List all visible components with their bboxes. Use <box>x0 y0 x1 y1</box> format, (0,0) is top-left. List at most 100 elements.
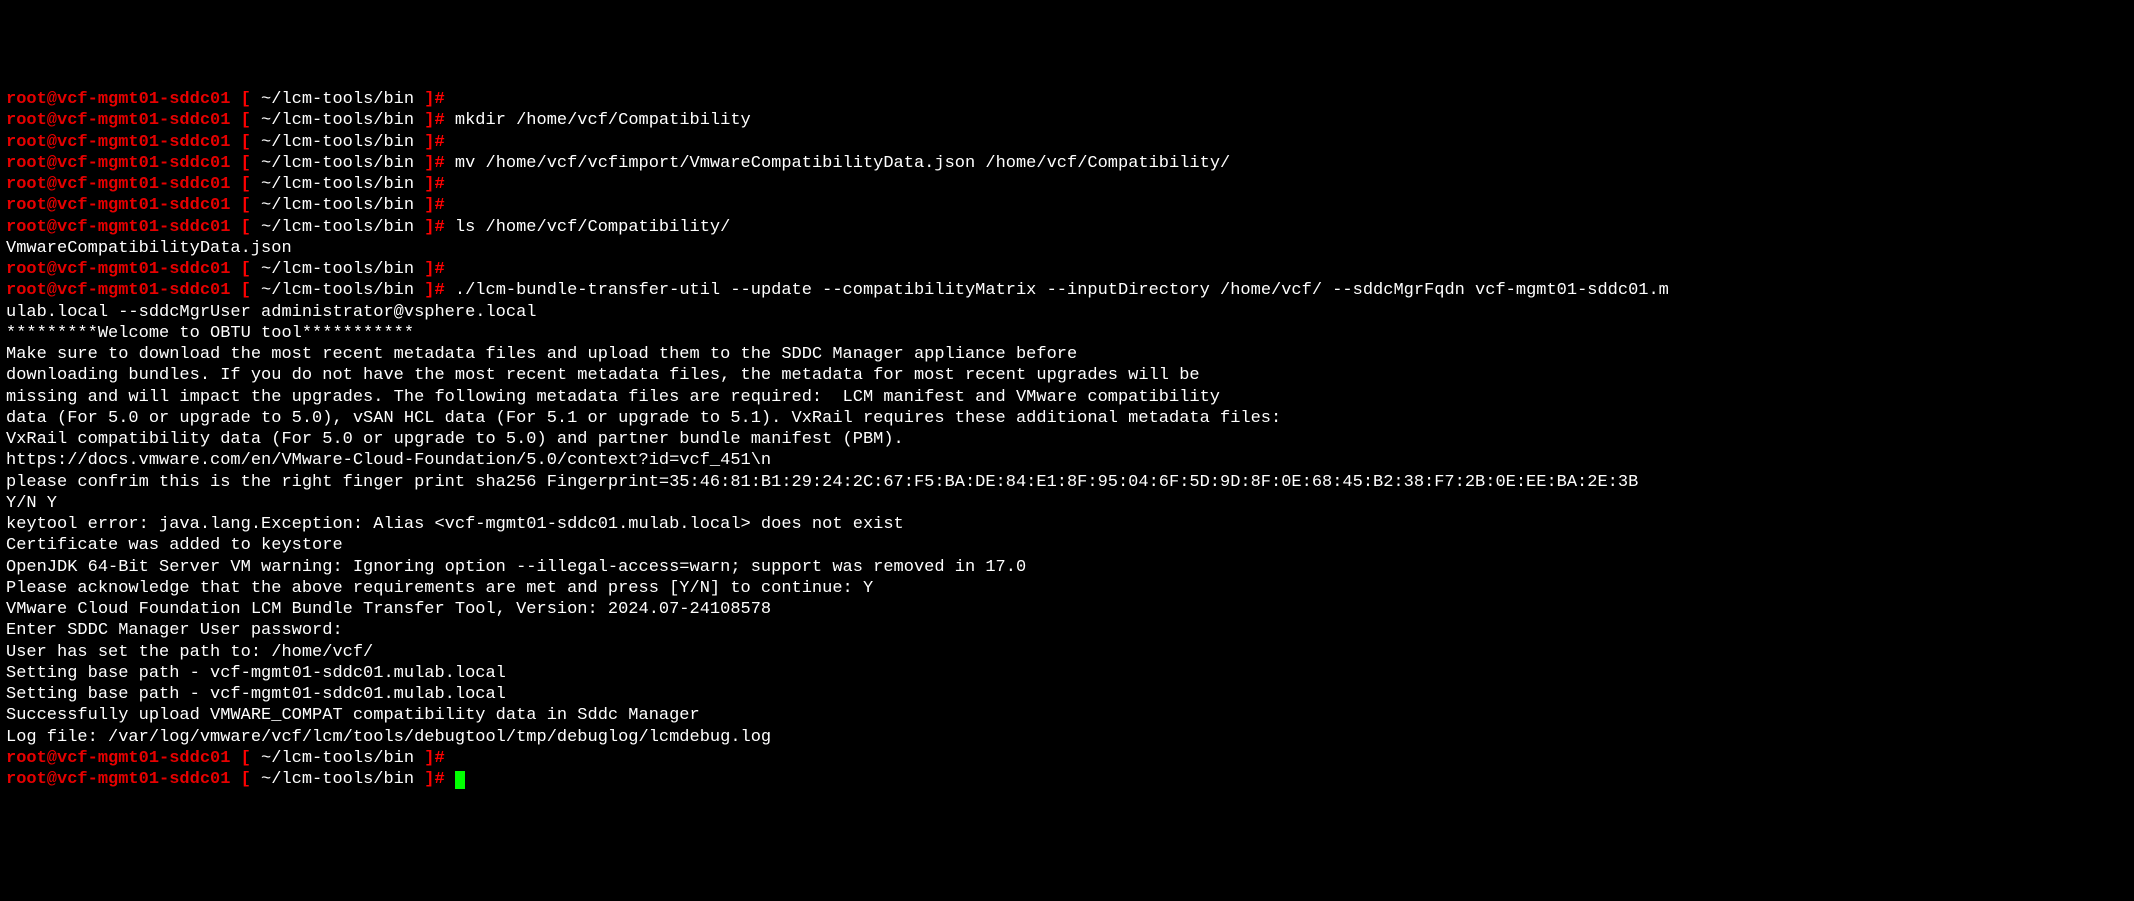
prompt-bracket-open: [ <box>230 749 261 768</box>
output-text: VmwareCompatibilityData.json <box>6 239 292 258</box>
terminal-line: Setting base path - vcf-mgmt01-sddc01.mu… <box>6 663 2128 684</box>
prompt-path: ~/lcm-tools/bin <box>261 218 414 237</box>
output-text: Please acknowledge that the above requir… <box>6 579 873 598</box>
terminal-line: Successfully upload VMWARE_COMPAT compat… <box>6 705 2128 726</box>
prompt-path: ~/lcm-tools/bin <box>261 260 414 279</box>
output-text: Setting base path - vcf-mgmt01-sddc01.mu… <box>6 685 506 704</box>
prompt-path: ~/lcm-tools/bin <box>261 196 414 215</box>
prompt-bracket-open: [ <box>230 196 261 215</box>
prompt-path: ~/lcm-tools/bin <box>261 770 414 789</box>
output-text: VMware Cloud Foundation LCM Bundle Trans… <box>6 600 771 619</box>
output-text: keytool error: java.lang.Exception: Alia… <box>6 515 904 534</box>
output-text: https://docs.vmware.com/en/VMware-Cloud-… <box>6 451 771 470</box>
command-text: mkdir /home/vcf/Compatibility <box>455 111 751 130</box>
prompt-user-host: root@vcf-mgmt01-sddc01 <box>6 218 230 237</box>
prompt-bracket-close: ]# <box>414 770 455 789</box>
terminal-line: data (For 5.0 or upgrade to 5.0), vSAN H… <box>6 408 2128 429</box>
prompt-bracket-close: ]# <box>414 260 455 279</box>
command-text: ./lcm-bundle-transfer-util --update --co… <box>455 281 1669 300</box>
prompt-bracket-open: [ <box>230 133 261 152</box>
output-text: please confrim this is the right finger … <box>6 473 1638 492</box>
prompt-bracket-open: [ <box>230 281 261 300</box>
prompt-path: ~/lcm-tools/bin <box>261 133 414 152</box>
prompt-path: ~/lcm-tools/bin <box>261 749 414 768</box>
terminal-line: root@vcf-mgmt01-sddc01 [ ~/lcm-tools/bin… <box>6 259 2128 280</box>
terminal-line: VmwareCompatibilityData.json <box>6 238 2128 259</box>
terminal-line: VxRail compatibility data (For 5.0 or up… <box>6 429 2128 450</box>
prompt-user-host: root@vcf-mgmt01-sddc01 <box>6 281 230 300</box>
output-text: downloading bundles. If you do not have … <box>6 366 1200 385</box>
terminal-line: Y/N Y <box>6 493 2128 514</box>
output-text: *********Welcome to OBTU tool*********** <box>6 324 414 343</box>
terminal-line: Certificate was added to keystore <box>6 535 2128 556</box>
prompt-path: ~/lcm-tools/bin <box>261 154 414 173</box>
terminal-line: Log file: /var/log/vmware/vcf/lcm/tools/… <box>6 727 2128 748</box>
terminal-line: please confrim this is the right finger … <box>6 472 2128 493</box>
terminal-line: VMware Cloud Foundation LCM Bundle Trans… <box>6 599 2128 620</box>
prompt-user-host: root@vcf-mgmt01-sddc01 <box>6 154 230 173</box>
prompt-user-host: root@vcf-mgmt01-sddc01 <box>6 196 230 215</box>
prompt-path: ~/lcm-tools/bin <box>261 111 414 130</box>
terminal-line: root@vcf-mgmt01-sddc01 [ ~/lcm-tools/bin… <box>6 217 2128 238</box>
output-text: Successfully upload VMWARE_COMPAT compat… <box>6 706 700 725</box>
output-text: Make sure to download the most recent me… <box>6 345 1077 364</box>
output-text: ulab.local --sddcMgrUser administrator@v… <box>6 303 537 322</box>
terminal-line: root@vcf-mgmt01-sddc01 [ ~/lcm-tools/bin… <box>6 195 2128 216</box>
output-text: OpenJDK 64-Bit Server VM warning: Ignori… <box>6 558 1026 577</box>
terminal-line: https://docs.vmware.com/en/VMware-Cloud-… <box>6 450 2128 471</box>
prompt-bracket-close: ]# <box>414 175 455 194</box>
terminal-line: User has set the path to: /home/vcf/ <box>6 642 2128 663</box>
prompt-bracket-open: [ <box>230 770 261 789</box>
terminal-line: OpenJDK 64-Bit Server VM warning: Ignori… <box>6 557 2128 578</box>
prompt-user-host: root@vcf-mgmt01-sddc01 <box>6 175 230 194</box>
terminal-line: *********Welcome to OBTU tool*********** <box>6 323 2128 344</box>
prompt-bracket-close: ]# <box>414 90 455 109</box>
output-text: Y/N Y <box>6 494 57 513</box>
terminal-line: ulab.local --sddcMgrUser administrator@v… <box>6 302 2128 323</box>
prompt-path: ~/lcm-tools/bin <box>261 281 414 300</box>
prompt-path: ~/lcm-tools/bin <box>261 90 414 109</box>
prompt-user-host: root@vcf-mgmt01-sddc01 <box>6 260 230 279</box>
terminal-line: Enter SDDC Manager User password: <box>6 620 2128 641</box>
output-text: Certificate was added to keystore <box>6 536 343 555</box>
terminal-line: downloading bundles. If you do not have … <box>6 365 2128 386</box>
prompt-user-host: root@vcf-mgmt01-sddc01 <box>6 90 230 109</box>
terminal-line: root@vcf-mgmt01-sddc01 [ ~/lcm-tools/bin… <box>6 748 2128 769</box>
terminal-line: root@vcf-mgmt01-sddc01 [ ~/lcm-tools/bin… <box>6 89 2128 110</box>
prompt-bracket-open: [ <box>230 218 261 237</box>
prompt-bracket-close: ]# <box>414 281 455 300</box>
output-text: missing and will impact the upgrades. Th… <box>6 388 1220 407</box>
prompt-bracket-open: [ <box>230 111 261 130</box>
command-text: mv /home/vcf/vcfimport/VmwareCompatibili… <box>455 154 1230 173</box>
command-text: ls /home/vcf/Compatibility/ <box>455 218 730 237</box>
terminal-line: root@vcf-mgmt01-sddc01 [ ~/lcm-tools/bin… <box>6 153 2128 174</box>
prompt-bracket-close: ]# <box>414 749 455 768</box>
prompt-bracket-open: [ <box>230 260 261 279</box>
prompt-user-host: root@vcf-mgmt01-sddc01 <box>6 133 230 152</box>
terminal-output[interactable]: root@vcf-mgmt01-sddc01 [ ~/lcm-tools/bin… <box>6 89 2128 790</box>
prompt-bracket-open: [ <box>230 154 261 173</box>
prompt-bracket-close: ]# <box>414 218 455 237</box>
terminal-line: keytool error: java.lang.Exception: Alia… <box>6 514 2128 535</box>
output-text: VxRail compatibility data (For 5.0 or up… <box>6 430 904 449</box>
output-text: Log file: /var/log/vmware/vcf/lcm/tools/… <box>6 728 771 747</box>
prompt-bracket-close: ]# <box>414 133 455 152</box>
terminal-line: root@vcf-mgmt01-sddc01 [ ~/lcm-tools/bin… <box>6 280 2128 301</box>
terminal-cursor <box>455 771 465 789</box>
prompt-bracket-open: [ <box>230 90 261 109</box>
prompt-user-host: root@vcf-mgmt01-sddc01 <box>6 111 230 130</box>
prompt-bracket-close: ]# <box>414 196 455 215</box>
terminal-line: root@vcf-mgmt01-sddc01 [ ~/lcm-tools/bin… <box>6 110 2128 131</box>
terminal-line: root@vcf-mgmt01-sddc01 [ ~/lcm-tools/bin… <box>6 174 2128 195</box>
prompt-bracket-close: ]# <box>414 111 455 130</box>
prompt-user-host: root@vcf-mgmt01-sddc01 <box>6 749 230 768</box>
terminal-line: root@vcf-mgmt01-sddc01 [ ~/lcm-tools/bin… <box>6 132 2128 153</box>
terminal-line: root@vcf-mgmt01-sddc01 [ ~/lcm-tools/bin… <box>6 769 2128 790</box>
output-text: Setting base path - vcf-mgmt01-sddc01.mu… <box>6 664 506 683</box>
terminal-line: Please acknowledge that the above requir… <box>6 578 2128 599</box>
prompt-bracket-close: ]# <box>414 154 455 173</box>
output-text: data (For 5.0 or upgrade to 5.0), vSAN H… <box>6 409 1281 428</box>
terminal-line: Make sure to download the most recent me… <box>6 344 2128 365</box>
prompt-path: ~/lcm-tools/bin <box>261 175 414 194</box>
terminal-line: missing and will impact the upgrades. Th… <box>6 387 2128 408</box>
